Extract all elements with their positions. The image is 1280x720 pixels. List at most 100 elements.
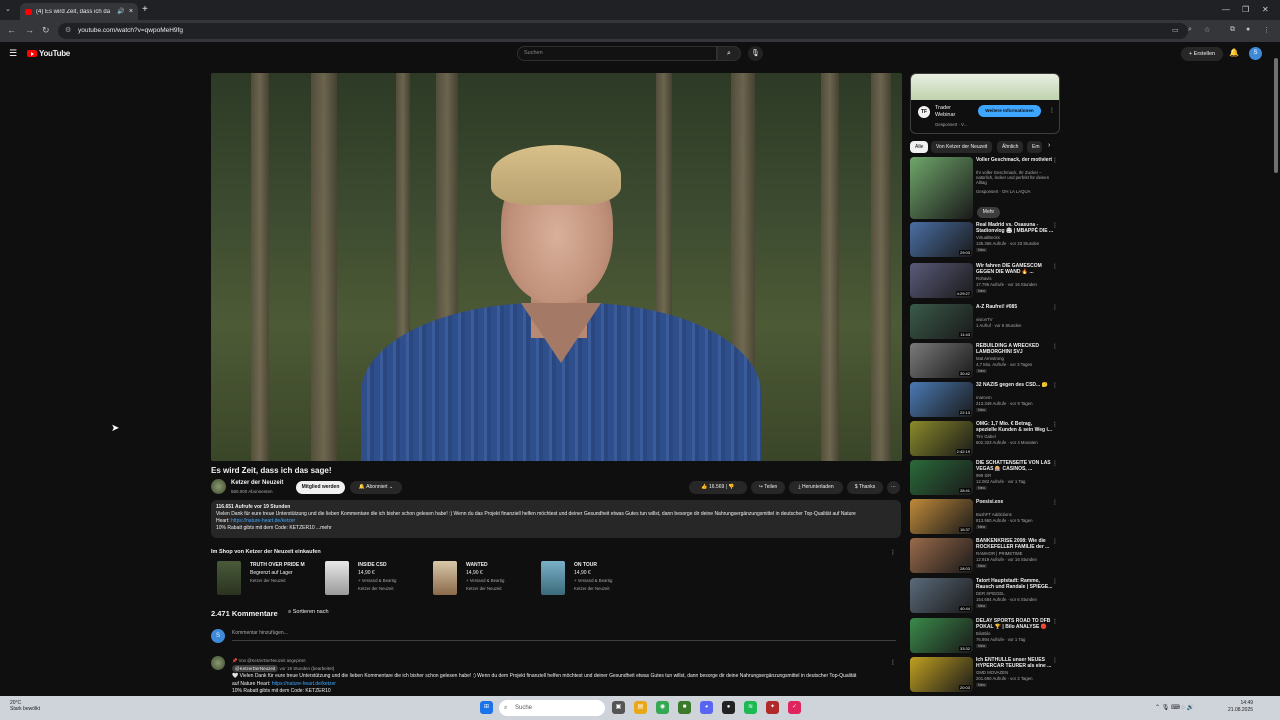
description-box[interactable]: 116.651 Aufrufe vor 19 Stunden Vielen Da… bbox=[211, 500, 901, 538]
description-link[interactable]: https://nature-heart.de/ketzer bbox=[231, 518, 295, 524]
minecraft-icon[interactable]: ■ bbox=[678, 701, 691, 714]
site-info-icon[interactable]: ⚙ bbox=[65, 23, 71, 39]
join-button[interactable]: Mitglied werden bbox=[296, 481, 345, 494]
share-button[interactable]: ↪ Teilen bbox=[751, 481, 785, 494]
reload-icon[interactable]: ↻ bbox=[42, 25, 50, 36]
hamburger-menu-icon[interactable]: ☰ bbox=[9, 48, 17, 59]
video-thumbnail[interactable]: 2:42:19 bbox=[910, 421, 973, 456]
url-field[interactable]: ⚙ youtube.com/watch?v=qwpoMeH9fg bbox=[58, 23, 1188, 39]
more-button[interactable]: Mehr bbox=[977, 207, 1000, 218]
bookmark-star-icon[interactable]: ☆ bbox=[1204, 26, 1210, 34]
spotify-icon[interactable]: ≋ bbox=[744, 701, 757, 714]
recommendation-menu-icon[interactable]: ⋮ bbox=[1052, 460, 1058, 467]
recommendation-item[interactable]: 20:03 Ich ENTHÜLLE unser NEUES HYPERCAR T… bbox=[910, 657, 1060, 695]
extensions-icon[interactable]: ⧉ bbox=[1230, 26, 1235, 34]
search-input[interactable]: Suchen bbox=[517, 46, 717, 61]
taskbar-search[interactable]: ⌕ Suche bbox=[499, 700, 605, 716]
restore-icon[interactable]: ❐ bbox=[1242, 5, 1249, 14]
recommendation-menu-icon[interactable]: ⋮ bbox=[1052, 222, 1058, 229]
chip-similar[interactable]: Ähnlich bbox=[997, 141, 1024, 153]
comment-author-avatar[interactable] bbox=[211, 656, 225, 670]
recommendation-item[interactable]: 22:13 32 NAZIS gegen des CSD... 🤔 marcem 21… bbox=[910, 382, 1060, 420]
recommendation-title[interactable]: DIE SCHATTENSEITE VON LAS VEGAS 🎰 CASINO… bbox=[976, 460, 1054, 472]
video-thumbnail[interactable]: 29:03 bbox=[910, 222, 973, 257]
video-thumbnail[interactable]: 28:03 bbox=[910, 538, 973, 573]
recommendation-title[interactable]: A-Z Raufrei! #085 bbox=[976, 304, 1054, 310]
comment-link[interactable]: https://nature-heart.de/ketzer bbox=[272, 681, 336, 687]
recommendation-item[interactable]: 40:44 Tatort Hauptstadt: Ramme, Rausch un… bbox=[910, 578, 1060, 616]
comment-time[interactable]: vor 19 Stunden (bearbeitet) bbox=[279, 666, 334, 671]
recommendation-title[interactable]: Ich ENTHÜLLE unser NEUES HYPERCAR TEURER… bbox=[976, 657, 1054, 669]
task-view-icon[interactable]: ▣ bbox=[612, 701, 625, 714]
recommendation-title[interactable]: REBUILDING A WRECKED LAMBORGHINI SVJ bbox=[976, 343, 1054, 355]
add-comment-input[interactable]: Kommentar hinzufügen... bbox=[232, 630, 896, 641]
voice-search-button[interactable]: 🎙 bbox=[748, 46, 763, 61]
recommendation-title[interactable]: Real Madrid vs. Osasuna - Stadionvlog 🏟 … bbox=[976, 222, 1054, 234]
video-thumbnail[interactable]: 40:44 bbox=[910, 578, 973, 613]
comment-menu-icon[interactable]: ⋮ bbox=[890, 659, 896, 666]
cast-icon[interactable]: ▭ bbox=[1172, 26, 1179, 34]
taskbar-clock[interactable]: 14:49 21.08.2025 bbox=[1228, 700, 1253, 714]
tab-search-icon[interactable]: ⌄ bbox=[5, 5, 11, 13]
notifications-bell-icon[interactable]: 🔔 bbox=[1229, 48, 1239, 57]
video-thumbnail[interactable]: 20:03 bbox=[910, 657, 973, 692]
description-code[interactable]: 10% Rabatt gibts mit dem Code: KETZER10 … bbox=[216, 525, 896, 532]
video-thumbnail[interactable]: 16:37 bbox=[910, 499, 973, 534]
weather-widget[interactable]: 20°C Stark bewölkt bbox=[10, 700, 40, 712]
recommendation-item[interactable]: 28:41 DIE SCHATTENSEITE VON LAS VEGAS 🎰 C… bbox=[910, 460, 1060, 498]
ad-more-info-button[interactable]: Weitere Informationen bbox=[978, 105, 1041, 117]
back-icon[interactable]: ← bbox=[7, 25, 16, 35]
recommendation-menu-icon[interactable]: ⋮ bbox=[1052, 538, 1058, 545]
zoom-icon[interactable]: ⌕ bbox=[1188, 26, 1192, 34]
recommendation-menu-icon[interactable]: ⋮ bbox=[1052, 157, 1058, 164]
shop-item[interactable]: INSIDE CSD 14,90 € + Versand & Beartig K… bbox=[319, 561, 424, 597]
chrome-icon[interactable]: ◉ bbox=[656, 701, 669, 714]
recommendation-title[interactable]: BANKENKRISE 2008: Wie die ROCKEFELLER FA… bbox=[976, 538, 1054, 550]
sort-comments-button[interactable]: ≡ Sortieren nach bbox=[288, 609, 329, 615]
shop-item[interactable]: WANTED 14,90 € + Versand & Beartig Ketze… bbox=[427, 561, 532, 597]
chip-all[interactable]: Alle bbox=[910, 141, 929, 153]
forward-icon[interactable]: → bbox=[25, 25, 34, 35]
recommendation-item[interactable]: 2:42:19 OMG: 1,7 Mio. € Betrag, spezielle… bbox=[910, 421, 1060, 459]
subscribed-button[interactable]: 🔔 Abonniert ⌄ bbox=[350, 481, 402, 494]
recommendation-title[interactable]: OMG: 1,7 Mio. € Betrag, spezielle Kunden… bbox=[976, 421, 1054, 433]
recommendation-item[interactable]: 11:43 A-Z Raufrei! #085 visionTV 1 Aufruf ·… bbox=[910, 304, 1060, 342]
recommendation-menu-icon[interactable]: ⋮ bbox=[1052, 618, 1058, 625]
app-icon[interactable]: ✓ bbox=[788, 701, 801, 714]
recommendation-menu-icon[interactable]: ⋮ bbox=[1052, 343, 1058, 350]
recommendation-menu-icon[interactable]: ⋮ bbox=[1052, 263, 1058, 270]
recommendation-menu-icon[interactable]: ⋮ bbox=[1052, 499, 1058, 506]
discord-icon[interactable]: ◕ bbox=[700, 701, 713, 714]
video-thumbnail[interactable]: 28:41 bbox=[910, 460, 973, 495]
windows-start-icon[interactable]: ⊞ bbox=[480, 701, 493, 714]
create-button[interactable]: + Erstellen bbox=[1181, 47, 1223, 61]
minimize-icon[interactable]: — bbox=[1222, 5, 1230, 14]
browser-tab[interactable]: (4) Es wird Zeit, dass ich da 🔊 × bbox=[20, 3, 138, 20]
recommendation-menu-icon[interactable]: ⋮ bbox=[1052, 578, 1058, 585]
video-thumbnail[interactable]: 22:13 bbox=[910, 382, 973, 417]
video-thumbnail[interactable]: 4:29:27 bbox=[910, 263, 973, 298]
file-explorer-icon[interactable]: ▤ bbox=[634, 701, 647, 714]
video-thumbnail[interactable]: 11:43 bbox=[910, 304, 973, 339]
tab-close-icon[interactable]: × bbox=[129, 8, 133, 15]
recommendation-title[interactable]: Tatort Hauptstadt: Ramme, Rausch und Ran… bbox=[976, 578, 1054, 590]
app-icon[interactable]: ✦ bbox=[766, 701, 779, 714]
recommendation-title[interactable]: Wir fahren DIE GAMESCOM GEGEN DIE WAND 🔥… bbox=[976, 263, 1054, 275]
chip-more[interactable]: Em bbox=[1027, 141, 1042, 153]
app-icon[interactable]: ● bbox=[722, 701, 735, 714]
close-window-icon[interactable]: ✕ bbox=[1262, 5, 1269, 14]
recommendation-title[interactable]: Voller Geschmack, der motiviert bbox=[976, 157, 1054, 163]
account-avatar[interactable]: S bbox=[1249, 47, 1262, 60]
download-button[interactable]: ⤓ Herunterladen bbox=[789, 481, 843, 494]
recommendation-item[interactable]: 29:03 Real Madrid vs. Osasuna - Stadionvl… bbox=[910, 222, 1060, 260]
shop-item[interactable]: ON TOUR 14,90 € + Versand & Beartig Ketz… bbox=[535, 561, 640, 597]
chip-from-channel[interactable]: Von Ketzer der Neuzeit bbox=[931, 141, 993, 153]
recommendation-item[interactable]: 28:03 BANKENKRISE 2008: Wie die ROCKEFELL… bbox=[910, 538, 1060, 576]
youtube-logo[interactable]: YouTube bbox=[27, 49, 70, 58]
chips-next-icon[interactable]: › bbox=[1048, 142, 1050, 149]
recommendation-title[interactable]: DELAY SPORTS ROAD TO DFB POKAL 🏆 | Bilo … bbox=[976, 618, 1054, 630]
recommendation-menu-icon[interactable]: ⋮ bbox=[1052, 657, 1058, 664]
shop-item[interactable]: TRUTH OVER PRIDE M Begrenzt auf Lager Ke… bbox=[211, 561, 316, 597]
browser-menu-icon[interactable]: ⋮ bbox=[1263, 26, 1270, 34]
more-actions-button[interactable]: ⋯ bbox=[887, 481, 900, 494]
